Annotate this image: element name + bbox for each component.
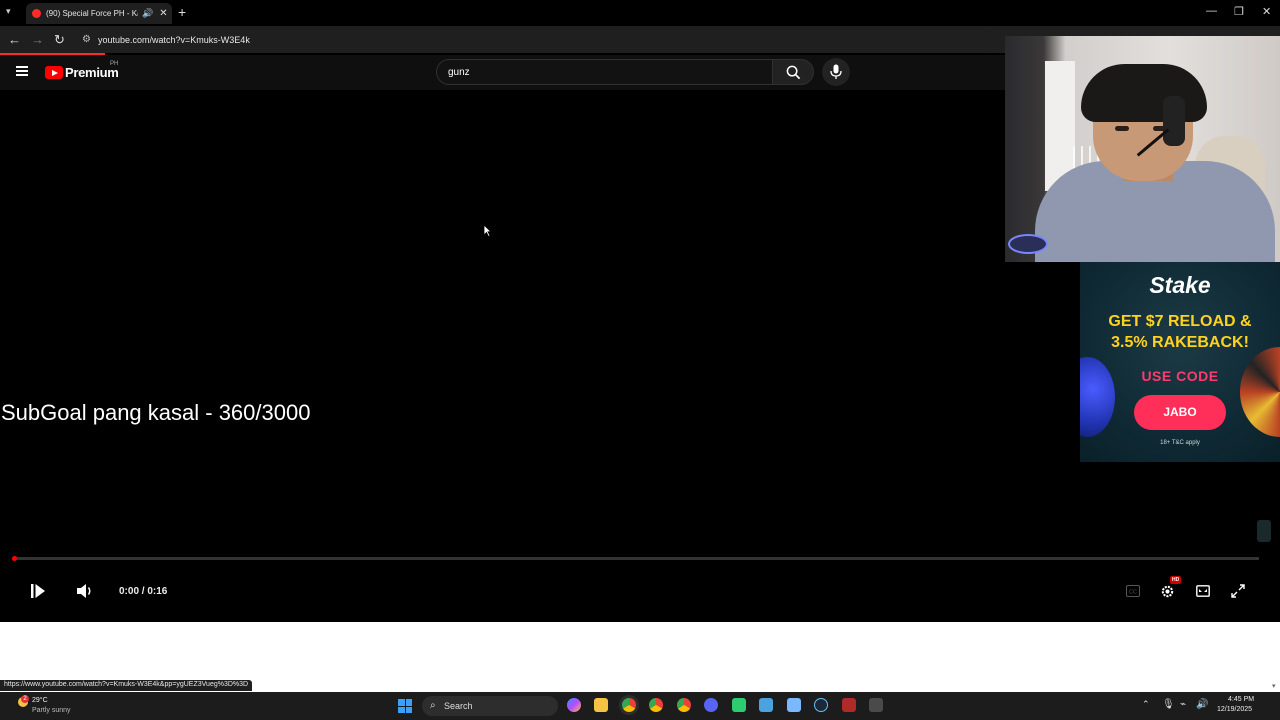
hamburger-menu-icon[interactable] xyxy=(16,66,28,76)
tab-list-chevron-icon[interactable]: ▾ xyxy=(6,6,11,17)
green-app-icon[interactable] xyxy=(732,698,746,712)
forward-arrow-icon[interactable]: → xyxy=(31,32,44,47)
volume-icon xyxy=(77,584,91,598)
chrome-profile-icon[interactable] xyxy=(677,698,691,712)
back-arrow-icon[interactable]: ← xyxy=(8,32,21,47)
network-icon[interactable]: ⌁ xyxy=(1180,699,1186,710)
restore-icon[interactable]: ❐ xyxy=(1234,5,1244,18)
stake-logo: Stake xyxy=(1149,272,1211,298)
mouse-cursor-icon xyxy=(483,224,492,237)
tab-close-icon[interactable]: ✕ xyxy=(159,8,167,19)
clock-date[interactable]: 12/19/2025 xyxy=(1217,706,1252,713)
youtube-header: Premium PH gunz xyxy=(0,55,1005,90)
webcam-overlay xyxy=(1005,36,1280,262)
browser-tab[interactable]: (90) Special Force PH - Kat 🔊 ✕ xyxy=(26,3,172,24)
voice-search-button[interactable] xyxy=(822,58,850,86)
subtitles-button[interactable]: CC xyxy=(1126,584,1140,602)
notepad-icon[interactable] xyxy=(787,698,801,712)
url-text: youtube.com/watch?v=Kmuks-W3E4k xyxy=(98,34,250,45)
file-explorer-icon[interactable] xyxy=(594,698,608,712)
weather-alert-badge: 2 xyxy=(21,695,29,703)
roulette-wheel-graphic xyxy=(1240,347,1280,437)
ad-headline-line1: GET $7 RELOAD & xyxy=(1108,313,1252,330)
microphone-icon xyxy=(830,64,842,79)
progress-bar[interactable] xyxy=(14,557,1259,560)
gear-icon xyxy=(1161,585,1174,598)
snipping-tool-icon[interactable] xyxy=(869,698,883,712)
stake-ad-banner[interactable]: Stake GET $7 RELOAD & 3.5% RAKEBACK! USE… xyxy=(1080,262,1280,462)
country-code: PH xyxy=(110,61,119,67)
promo-code-button[interactable]: JABO xyxy=(1134,395,1226,430)
copilot-app-icon[interactable] xyxy=(567,698,581,712)
chrome-active-icon[interactable] xyxy=(622,698,636,712)
premium-logo-text[interactable]: Premium xyxy=(65,65,119,80)
play-icon xyxy=(31,584,45,598)
start-button[interactable] xyxy=(398,699,412,713)
tab-audio-icon[interactable]: 🔊 xyxy=(142,8,153,19)
play-pause-button[interactable] xyxy=(30,583,46,604)
settings-button[interactable] xyxy=(1160,584,1175,604)
tab-title: (90) Special Force PH - Kat xyxy=(46,9,138,18)
chrome-icon[interactable] xyxy=(649,698,663,712)
exit-fullscreen-icon xyxy=(1231,584,1245,598)
clock-time[interactable]: 4:45 PM xyxy=(1228,696,1254,703)
omnibox[interactable]: ⚙ youtube.com/watch?v=Kmuks-W3E4k xyxy=(76,29,996,50)
windows-taskbar: 2 29°C Partly sunny ⌕ Search ⌃ 🎙 ⌁ 🔊 4:4… xyxy=(0,692,1280,720)
search-icon: ⌕ xyxy=(430,700,436,711)
video-overlay-text: SubGoal pang kasal - 360/3000 xyxy=(1,400,311,425)
new-tab-plus-icon[interactable]: + xyxy=(178,4,186,20)
ad-code-label: USE CODE xyxy=(1141,368,1219,384)
link-status-bubble: https://www.youtube.com/watch?v=Kmuks-W3… xyxy=(0,680,253,691)
ad-headline: GET $7 RELOAD & 3.5% RAKEBACK! xyxy=(1080,311,1280,353)
hd-badge: HD xyxy=(1170,576,1182,584)
taskbar-search-placeholder: Search xyxy=(444,701,473,711)
microphone-tray-icon[interactable]: 🎙 xyxy=(1162,699,1175,710)
glowing-mouse-icon xyxy=(1008,234,1048,254)
miniplayer-icon xyxy=(1196,585,1210,597)
steam-icon[interactable] xyxy=(814,698,828,712)
headset-icon xyxy=(1163,96,1185,146)
minimize-icon[interactable]: — xyxy=(1206,5,1217,17)
red-app-icon[interactable] xyxy=(842,698,856,712)
speaker-icon[interactable]: 🔊 xyxy=(1196,699,1208,710)
fullscreen-button[interactable] xyxy=(1231,584,1245,603)
discord-icon[interactable] xyxy=(704,698,718,712)
tray-overflow-chevron-icon[interactable]: ⌃ xyxy=(1142,699,1150,710)
svg-text:CC: CC xyxy=(1129,590,1137,596)
window-close-icon[interactable]: ✕ xyxy=(1262,5,1271,18)
search-input[interactable]: gunz xyxy=(436,59,772,85)
theater-mode-button[interactable] xyxy=(1196,584,1210,602)
weather-temperature[interactable]: 29°C xyxy=(32,697,48,704)
search-button[interactable] xyxy=(772,59,814,85)
browser-tab-bar: ▾ (90) Special Force PH - Kat 🔊 ✕ + — ❐ … xyxy=(0,0,1280,26)
captions-icon: CC xyxy=(1126,585,1140,597)
mute-button[interactable] xyxy=(76,583,94,604)
youtube-logo-icon[interactable] xyxy=(45,66,63,79)
chat-app-icon[interactable] xyxy=(759,698,773,712)
site-info-icon[interactable]: ⚙ xyxy=(82,34,91,45)
weather-description[interactable]: Partly sunny xyxy=(32,707,71,714)
taskbar-search-box[interactable]: ⌕ Search xyxy=(422,696,558,716)
youtube-favicon-icon xyxy=(32,9,41,18)
streamer-avatar-thumbnail xyxy=(1257,520,1271,542)
ad-terms: 18+ T&C apply xyxy=(1160,440,1200,446)
search-icon xyxy=(786,65,801,80)
scroll-down-arrow-icon[interactable]: ▾ xyxy=(1272,682,1276,690)
progress-scrubber[interactable] xyxy=(12,556,17,561)
reload-icon[interactable]: ↻ xyxy=(54,32,65,48)
ad-headline-line2: 3.5% RAKEBACK! xyxy=(1111,334,1249,351)
time-display: 0:00 / 0:16 xyxy=(119,586,168,597)
